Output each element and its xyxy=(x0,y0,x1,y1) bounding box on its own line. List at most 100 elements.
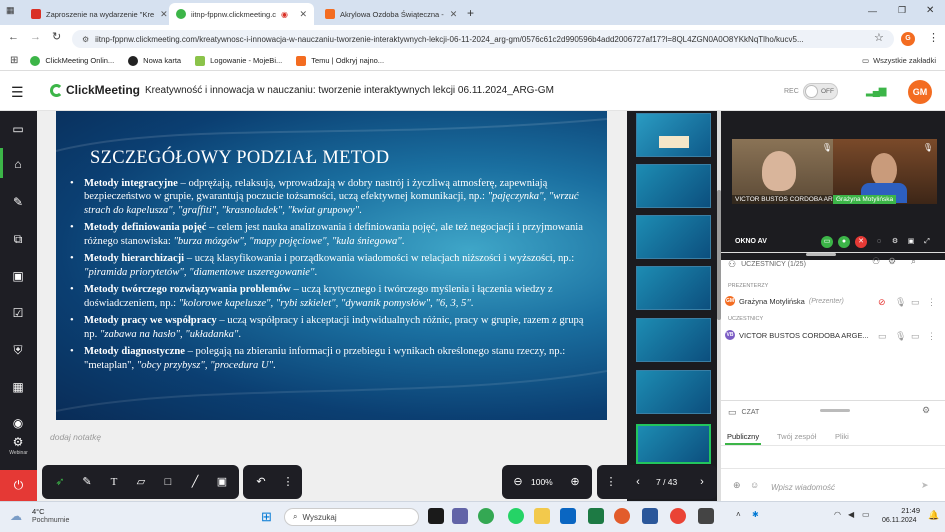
maximize-icon[interactable]: ❐ xyxy=(898,5,906,16)
chat-tab-public[interactable]: Publiczny xyxy=(727,432,759,441)
chevron-up-icon[interactable]: ˄ xyxy=(736,510,741,519)
more-icon[interactable]: ⋮ xyxy=(927,297,936,308)
drag-handle[interactable] xyxy=(806,253,836,256)
text-icon[interactable]: T xyxy=(104,472,124,492)
layout-grid-icon[interactable]: ▦ xyxy=(9,378,27,396)
slide-thumbnail-selected[interactable] xyxy=(636,424,711,464)
weather-temp[interactable]: 4°C xyxy=(32,507,45,516)
taskbar-search[interactable]: ⌕ Wyszukaj xyxy=(284,508,419,526)
camera-on-icon[interactable]: ▭ xyxy=(821,236,833,248)
edit-icon[interactable]: ✎ xyxy=(9,193,27,211)
battery-icon[interactable]: ▭ xyxy=(862,510,870,519)
slide-thumbnail[interactable] xyxy=(636,318,711,362)
browser-menu-icon[interactable]: ⋮ xyxy=(928,31,939,44)
broadcast-icon[interactable]: ◉ xyxy=(9,414,27,432)
url-input[interactable]: ⚙ iitnp-fppnw.clickmeeting.com/kreatywno… xyxy=(72,30,894,48)
mic-icon[interactable]: 🎙 xyxy=(895,331,906,342)
tab-temu[interactable]: Akrylowa Ozdoba Świąteczna - ✕ xyxy=(318,3,463,25)
profile-avatar[interactable]: G xyxy=(901,32,915,46)
clock-time[interactable]: 21:49 xyxy=(884,506,920,515)
polls-icon[interactable]: ☑ xyxy=(9,304,27,322)
line-icon[interactable]: ╱ xyxy=(185,472,205,492)
store-icon[interactable] xyxy=(560,508,576,524)
mic-off-icon[interactable]: ✕ xyxy=(855,236,867,248)
add-attachment-icon[interactable]: ⊕ xyxy=(733,480,741,491)
zoom-out-icon[interactable]: ⊖ xyxy=(508,472,528,492)
file-explorer-icon[interactable] xyxy=(534,508,550,524)
notifications-icon[interactable]: 🔔 xyxy=(928,510,939,521)
search-icon[interactable]: ⌕ xyxy=(911,256,916,267)
video-icon[interactable]: ▭ xyxy=(911,331,920,342)
pointer-icon[interactable]: ➶ xyxy=(50,472,70,492)
video-playlist-icon[interactable]: ▣ xyxy=(9,267,27,285)
apps-grid-icon[interactable]: ⊞ xyxy=(10,55,18,66)
send-icon[interactable]: ➤ xyxy=(921,480,929,491)
close-icon[interactable]: ✕ xyxy=(293,9,307,20)
chat-tab-team[interactable]: Twój zespół xyxy=(777,432,816,441)
add-participant-icon[interactable]: ⚇ xyxy=(872,256,880,267)
drag-handle[interactable] xyxy=(820,409,850,412)
next-page-icon[interactable]: › xyxy=(692,472,712,492)
rectangle-icon[interactable]: □ xyxy=(158,472,178,492)
minimize-icon[interactable]: — xyxy=(868,6,877,16)
bookmark-temu[interactable]: Temu | Odkryj najno... xyxy=(296,55,384,66)
app-icon[interactable] xyxy=(698,508,714,524)
screen-share-icon[interactable]: ⧉ xyxy=(9,230,27,248)
camera-off-icon[interactable]: ⊘ xyxy=(878,297,886,308)
pencil-icon[interactable]: ✎ xyxy=(77,472,97,492)
undo-icon[interactable]: ↶ xyxy=(251,472,271,492)
all-bookmarks-button[interactable]: ▭ Wszystkie zakładki xyxy=(862,56,936,65)
layout-icon[interactable]: ▣ xyxy=(905,236,917,248)
tab-clickmeeting[interactable]: iitnp-fppnw.clickmeeting.c ◉ ✕ xyxy=(169,3,314,25)
zoom-in-icon[interactable]: ⊕ xyxy=(565,472,585,492)
video-tile[interactable]: 🎙 VICTOR BUSTOS CORDOBA ARG... xyxy=(732,139,836,204)
new-tab-button[interactable]: + xyxy=(467,6,474,20)
leave-power-button[interactable]: ⏻ xyxy=(0,470,37,501)
camera-icon[interactable]: ▭ xyxy=(9,120,27,138)
rec-toggle[interactable]: OFF xyxy=(803,83,838,100)
webinar-icon[interactable]: ⚙ xyxy=(9,433,27,451)
participant-row[interactable]: VB VICTOR BUSTOS CORDOBA ARGE... xyxy=(725,330,869,340)
close-window-icon[interactable]: ✕ xyxy=(926,5,934,16)
video-tile[interactable]: 🎙 Grażyna Motylińska xyxy=(833,139,937,204)
clock-date[interactable]: 06.11.2024 xyxy=(882,517,917,524)
fullscreen-icon[interactable]: ⤢ xyxy=(921,236,933,248)
chrome-active-icon[interactable] xyxy=(670,508,686,524)
teams-icon[interactable] xyxy=(452,508,468,524)
reload-icon[interactable]: ↻ xyxy=(52,30,61,43)
close-icon[interactable]: ✕ xyxy=(154,9,168,20)
word-icon[interactable] xyxy=(642,508,658,524)
wifi-icon[interactable]: ◠ xyxy=(834,510,841,519)
bookmark-mojebi[interactable]: Logowanie - MojeBi... xyxy=(195,55,282,66)
slide-thumbnail[interactable] xyxy=(636,113,711,157)
task-view-icon[interactable] xyxy=(428,508,444,524)
bookmark-star-icon[interactable]: ☆ xyxy=(874,31,884,44)
weather-desc[interactable]: Pochmurnie xyxy=(32,517,69,524)
image-icon[interactable]: ▣ xyxy=(212,472,232,492)
forward-icon[interactable]: → xyxy=(30,31,41,43)
excel-icon[interactable] xyxy=(588,508,604,524)
bookmark-nowa-karta[interactable]: Nowa karta xyxy=(128,55,181,66)
volume-icon[interactable]: ◀ xyxy=(848,510,854,519)
bluetooth-icon[interactable]: ✱ xyxy=(752,510,759,519)
slide-thumbnail[interactable] xyxy=(636,215,711,259)
folder-icon[interactable]: ⌂ xyxy=(9,155,27,173)
tab-zaproszenie[interactable]: Zaproszenie na wydarzenie "Kre ✕ xyxy=(24,3,169,25)
firefox-icon[interactable] xyxy=(614,508,630,524)
slide-thumbnail[interactable] xyxy=(636,370,711,414)
shield-icon[interactable]: ⛨ xyxy=(9,341,27,359)
add-note-input[interactable]: dodaj notatkę xyxy=(50,432,101,442)
more-icon[interactable]: ⋮ xyxy=(601,472,621,492)
mic-on-icon[interactable]: ● xyxy=(838,236,850,248)
chat-message-input[interactable]: Wpisz wiadomość xyxy=(771,483,835,492)
chat-settings-icon[interactable]: ⚙ xyxy=(922,405,930,416)
hamburger-menu-icon[interactable]: ☰ xyxy=(11,84,24,101)
close-icon[interactable]: ✕ xyxy=(444,9,458,20)
user-avatar[interactable]: GM xyxy=(908,80,932,104)
bookmark-clickmeeting[interactable]: ClickMeeting Onlin... xyxy=(30,55,114,66)
participant-row[interactable]: GM Grażyna Motylińska (Prezenter) xyxy=(725,296,844,306)
prev-page-icon[interactable]: ‹ xyxy=(628,472,648,492)
back-icon[interactable]: ← xyxy=(8,31,19,43)
whatsapp-icon[interactable] xyxy=(508,508,524,524)
chat-tab-files[interactable]: Pliki xyxy=(835,432,849,441)
